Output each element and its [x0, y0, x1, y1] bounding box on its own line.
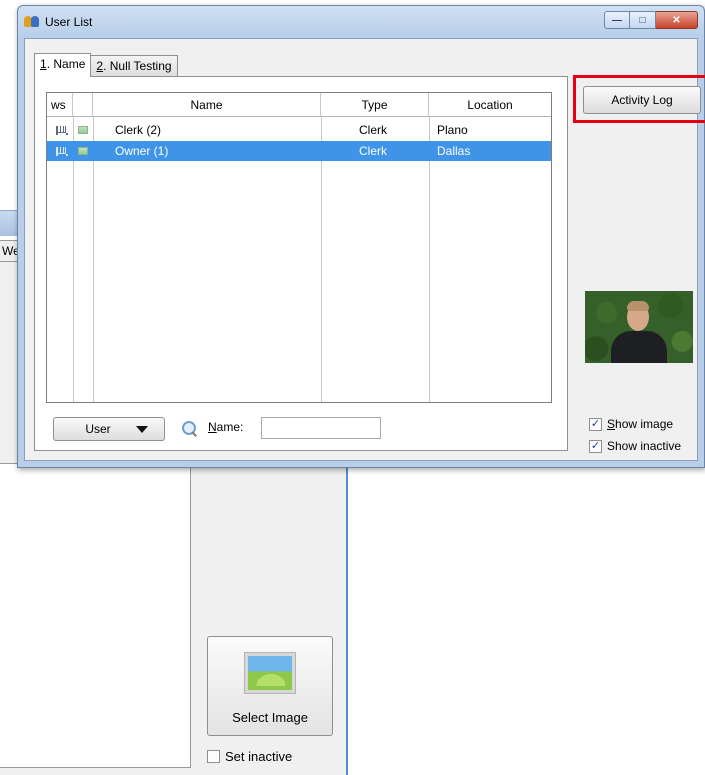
- cell-name: Clerk (2): [115, 123, 162, 137]
- show-inactive-label: Show inactive: [607, 439, 682, 453]
- table-row-selected[interactable]: Owner (1) Clerk Dallas: [47, 141, 551, 161]
- set-inactive-checkbox[interactable]: Set inactive: [207, 747, 292, 765]
- window-controls: — □ ✕: [604, 11, 698, 29]
- title-bar[interactable]: User List: [24, 12, 92, 32]
- column-header-type[interactable]: Type: [321, 93, 429, 116]
- window-title: User List: [45, 15, 93, 29]
- name-search-input[interactable]: [261, 417, 381, 439]
- column-header-name[interactable]: Name: [93, 93, 321, 116]
- search-icon: [182, 421, 198, 437]
- user-photo: [585, 291, 693, 363]
- table-row[interactable]: Clerk (2) Clerk Plano: [47, 120, 551, 140]
- cell-type: Clerk: [359, 144, 388, 158]
- tab-null-testing[interactable]: 2. Null Testing: [90, 55, 178, 77]
- select-image-button[interactable]: Select Image: [207, 636, 333, 736]
- background-list[interactable]: [0, 463, 191, 768]
- cell-location: Dallas: [437, 144, 471, 158]
- set-inactive-box[interactable]: [207, 749, 220, 763]
- tab-name[interactable]: 1. Name: [34, 53, 92, 77]
- dropdown-arrow-icon: [136, 425, 148, 433]
- show-inactive-checkbox[interactable]: ✓ Show inactive: [589, 438, 681, 454]
- select-image-label: Select Image: [232, 710, 308, 725]
- show-image-checkbox[interactable]: ✓ Show image: [589, 416, 673, 432]
- cell-type: Clerk: [359, 123, 388, 137]
- cell-name: Owner (1): [115, 144, 169, 158]
- cart-icon: [55, 125, 68, 135]
- image-icon: [78, 147, 88, 155]
- show-inactive-box[interactable]: ✓: [589, 439, 602, 453]
- image-icon: [78, 126, 88, 134]
- user-dropdown-button[interactable]: User: [53, 417, 165, 441]
- users-icon: [24, 15, 40, 29]
- activity-log-button[interactable]: Activity Log: [583, 86, 701, 114]
- user-list-window: User List — □ ✕ 1. Name 2. Null Testing …: [17, 5, 705, 468]
- column-header-image[interactable]: [73, 93, 93, 116]
- tab-strip: 1. Name 2. Null Testing: [34, 53, 178, 77]
- name-search-label: Name:: [208, 420, 244, 434]
- table-header: ws Name Type Location: [47, 93, 551, 117]
- show-image-label: Show image: [607, 417, 674, 431]
- cell-location: Plano: [437, 123, 468, 137]
- set-inactive-label: Set inactive: [225, 748, 293, 764]
- window-client: 1. Name 2. Null Testing ws Name Type Loc…: [24, 38, 705, 461]
- tab-panel: ws Name Type Location Clerk (2) Clerk Pl…: [34, 76, 568, 451]
- column-header-ws[interactable]: ws: [47, 93, 73, 116]
- minimize-button[interactable]: —: [604, 11, 630, 29]
- maximize-button[interactable]: □: [630, 11, 656, 29]
- show-image-box[interactable]: ✓: [589, 417, 602, 431]
- column-header-location[interactable]: Location: [429, 93, 551, 116]
- user-table[interactable]: ws Name Type Location Clerk (2) Clerk Pl…: [46, 92, 552, 403]
- cart-icon: [55, 146, 68, 156]
- user-button-label: User: [85, 422, 111, 436]
- close-button[interactable]: ✕: [656, 11, 698, 29]
- picture-icon: [245, 653, 295, 693]
